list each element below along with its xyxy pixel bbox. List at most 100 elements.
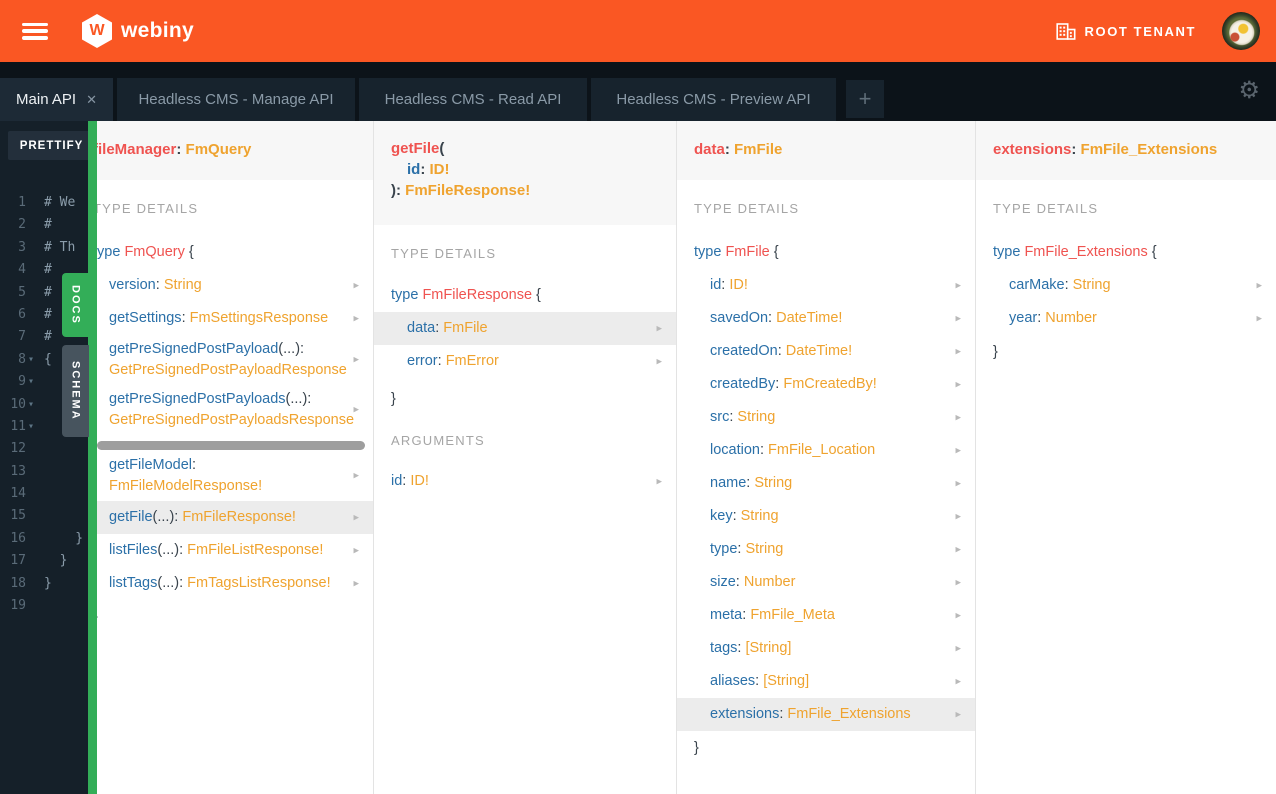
schema-side-tab-label: SCHEMA — [69, 361, 82, 421]
field-name: extensions — [710, 706, 780, 722]
field-name: getFile — [109, 509, 153, 525]
line-number: 19 — [10, 598, 26, 614]
tab-label: Headless CMS - Preview API — [616, 91, 811, 108]
chevron-right-icon: ▸ — [1256, 312, 1262, 324]
add-tab-button[interactable]: + — [846, 80, 884, 118]
line-number: 6 — [18, 306, 26, 322]
field-sep: (...): — [152, 509, 183, 525]
field-type: ID! — [729, 277, 748, 293]
argument-row-id[interactable]: id: ID! ▸ — [374, 465, 676, 498]
chevron-right-icon: ▸ — [1256, 279, 1262, 291]
code-text: # — [44, 217, 52, 233]
chevron-right-icon: ▸ — [955, 312, 961, 324]
fold-icon[interactable]: ▾ — [28, 371, 34, 393]
header-sep: : — [724, 141, 735, 158]
prettify-button[interactable]: PRETTIFY — [8, 131, 95, 160]
field-row-version[interactable]: version: String ▸ — [97, 269, 373, 302]
field-row-data-selected[interactable]: data: FmFile ▸ — [374, 312, 676, 345]
tab-headless-cms-manage-api[interactable]: Headless CMS - Manage API — [117, 78, 355, 121]
chevron-right-icon: ▸ — [353, 544, 359, 556]
code-line: 3 # Th — [0, 237, 88, 259]
field-row-aliases[interactable]: aliases: [String] ▸ — [677, 665, 975, 698]
field-row-extensions-selected[interactable]: extensions: FmFile_Extensions ▸ — [677, 698, 975, 731]
field-row-tags[interactable]: tags: [String] ▸ — [677, 632, 975, 665]
field-type: FmFile_Meta — [750, 607, 835, 623]
fold-icon[interactable]: ▾ — [28, 349, 34, 371]
field-row-year[interactable]: year: Number ▸ — [976, 302, 1276, 335]
field-row-savedon[interactable]: savedOn: DateTime! ▸ — [677, 302, 975, 335]
user-avatar[interactable] — [1222, 12, 1260, 50]
header-field-name: fileManager — [97, 141, 177, 158]
type-name: FmFile — [725, 244, 770, 260]
field-type: [String] — [745, 640, 792, 656]
chevron-right-icon: ▸ — [955, 543, 961, 555]
field-row-name[interactable]: name: String ▸ — [677, 467, 975, 500]
chevron-right-icon: ▸ — [353, 353, 359, 366]
header-sep: : — [176, 141, 186, 158]
field-row-listtags[interactable]: listTags(...): FmTagsListResponse! ▸ — [97, 567, 373, 600]
column-header: data: FmFile — [677, 121, 975, 180]
settings-gear-icon[interactable]: ⚙ — [1238, 79, 1260, 103]
column-header: fileManager: FmQuery — [97, 121, 373, 180]
field-row-size[interactable]: size: Number ▸ — [677, 566, 975, 599]
field-name: id — [710, 277, 722, 293]
field-name: getPreSignedPostPayload — [109, 341, 279, 357]
field-type: GetPreSignedPostPayloadsResponse — [109, 412, 355, 428]
field-name: year — [1009, 310, 1038, 326]
field-type: DateTime! — [776, 310, 843, 326]
field-row-createdon[interactable]: createdOn: DateTime! ▸ — [677, 335, 975, 368]
field-row-error[interactable]: error: FmError ▸ — [374, 345, 676, 378]
header-field-type: FmFile_Extensions — [1080, 141, 1218, 158]
field-row-getfile-selected[interactable]: getFile(...): FmFileResponse! ▸ — [97, 501, 373, 534]
field-type: GetPreSignedPostPayloadResponse — [109, 362, 347, 378]
docs-side-tab[interactable]: DOCS — [62, 273, 89, 337]
tab-headless-cms-read-api[interactable]: Headless CMS - Read API — [359, 78, 587, 121]
horizontal-scrollbar-thumb[interactable] — [97, 441, 365, 450]
chevron-right-icon: ▸ — [656, 475, 662, 487]
tenant-selector[interactable]: ROOT TENANT — [1055, 22, 1196, 40]
field-row-src[interactable]: src: String ▸ — [677, 401, 975, 434]
field-row-id[interactable]: id: ID! ▸ — [677, 269, 975, 302]
tab-label: Headless CMS - Read API — [384, 91, 562, 108]
field-row-carmake[interactable]: carMake: String ▸ — [976, 269, 1276, 302]
header-field-name: getFile — [391, 140, 440, 157]
fold-icon[interactable]: ▾ — [28, 416, 34, 438]
field-row-key[interactable]: key: String ▸ — [677, 500, 975, 533]
field-name: listTags — [109, 575, 158, 591]
line-number: 18 — [10, 575, 26, 591]
field-name: error — [407, 353, 438, 369]
field-row-getsettings[interactable]: getSettings: FmSettingsResponse ▸ — [97, 302, 373, 335]
field-row-meta[interactable]: meta: FmFile_Meta ▸ — [677, 599, 975, 632]
chevron-right-icon: ▸ — [353, 403, 359, 416]
field-row-getpresignedpostpayloads[interactable]: getPreSignedPostPayloads(...): GetPreSig… — [97, 385, 373, 435]
field-type: FmCreatedBy! — [783, 376, 877, 392]
chevron-right-icon: ▸ — [353, 469, 359, 482]
field-row-getpresignedpostpayload[interactable]: getPreSignedPostPayload(...): GetPreSign… — [97, 335, 373, 385]
field-row-type[interactable]: type: String ▸ — [677, 533, 975, 566]
docs-column-fmfile-extensions: extensions: FmFile_Extensions TYPE DETAI… — [976, 121, 1276, 794]
field-name: listFiles — [109, 542, 158, 558]
hamburger-menu-icon[interactable] — [22, 22, 48, 40]
field-sep: (...): — [278, 341, 305, 357]
field-row-location[interactable]: location: FmFile_Location ▸ — [677, 434, 975, 467]
field-row-createdby[interactable]: createdBy: FmCreatedBy! ▸ — [677, 368, 975, 401]
tenant-label: ROOT TENANT — [1084, 23, 1196, 39]
field-name: getFileModel — [109, 457, 193, 473]
tab-main-api[interactable]: Main API ✕ — [0, 78, 113, 121]
chevron-right-icon: ▸ — [955, 477, 961, 489]
close-tab-icon[interactable]: ✕ — [86, 92, 97, 108]
line-number: 8 — [18, 351, 26, 367]
schema-side-tab[interactable]: SCHEMA — [62, 345, 89, 437]
field-row-listfiles[interactable]: listFiles(...): FmFileListResponse! ▸ — [97, 534, 373, 567]
chevron-right-icon: ▸ — [955, 708, 961, 720]
fold-icon[interactable]: ▾ — [28, 394, 34, 416]
code-text: } — [44, 553, 68, 569]
chevron-right-icon: ▸ — [955, 378, 961, 390]
tab-headless-cms-preview-api[interactable]: Headless CMS - Preview API — [591, 78, 836, 121]
field-type: FmError — [445, 353, 499, 369]
webiny-hexagon-icon: W — [82, 14, 112, 48]
field-row-getfilemodel[interactable]: getFileModel: FmFileModelResponse! ▸ — [97, 451, 373, 501]
chevron-right-icon: ▸ — [955, 609, 961, 621]
field-type: String — [1072, 277, 1111, 293]
chevron-right-icon: ▸ — [955, 345, 961, 357]
